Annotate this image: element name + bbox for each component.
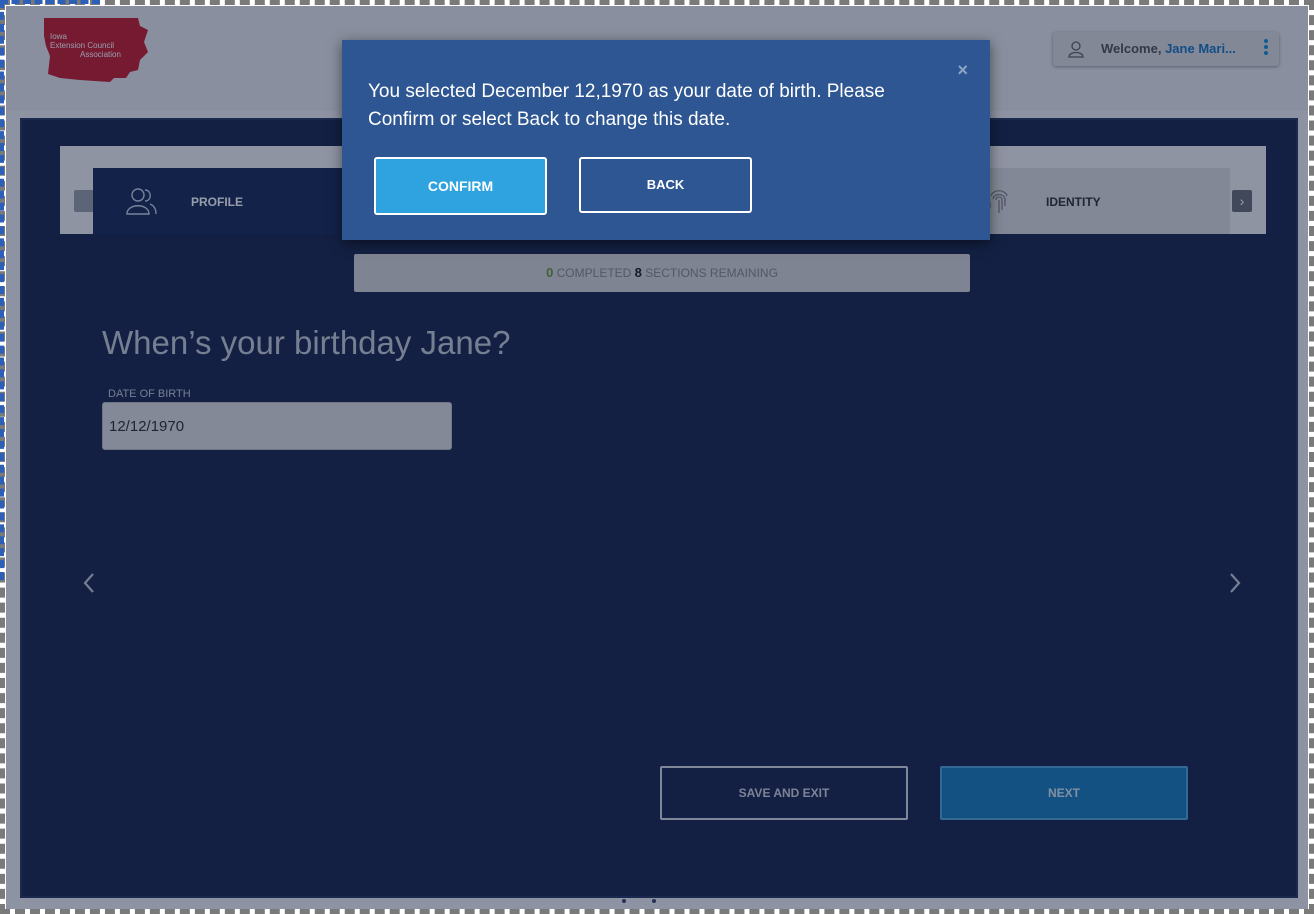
back-button[interactable]: BACK <box>579 157 752 213</box>
app-window: Iowa Extension Council Association Welco… <box>6 6 1308 909</box>
confirm-dialog: × You selected December 12,1970 as your … <box>342 40 990 240</box>
dialog-message: You selected December 12,1970 as your da… <box>368 81 885 130</box>
selection-edge-top <box>0 0 100 4</box>
confirm-button[interactable]: CONFIRM <box>374 157 547 215</box>
close-icon[interactable]: × <box>957 60 968 81</box>
